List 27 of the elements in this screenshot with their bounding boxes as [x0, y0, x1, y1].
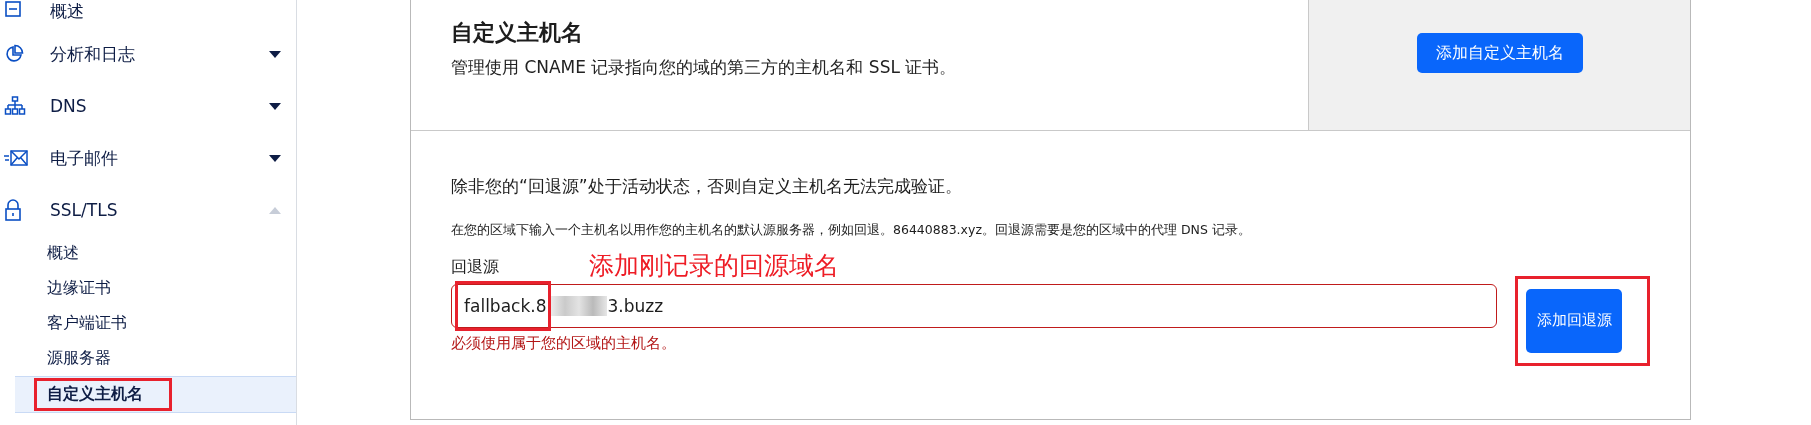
card-title: 自定义主机名 [451, 19, 584, 47]
field-text: 3.buzz [607, 296, 664, 316]
sidebar-subitem[interactable]: 边缘证书 [47, 276, 111, 301]
notice-text: 除非您的“回退源”处于活动状态，否则自定义主机名无法完成验证。 [451, 175, 963, 198]
pie-chart-icon [4, 44, 24, 64]
field-text: fallback.8 [455, 281, 552, 331]
sidebar-item[interactable]: 电子邮件 [0, 132, 296, 184]
add-custom-hostname-button[interactable]: 添加自定义主机名 [1416, 33, 1583, 73]
sidebar-item[interactable]: SSL/TLS [0, 184, 296, 236]
lock-icon [4, 199, 22, 221]
card-description: 管理使用 CNAME 记录指向您的域的第三方的主机名和 SSL 证书。 [451, 56, 958, 79]
input-field[interactable]: fallback.8 3.buzz [451, 284, 1497, 328]
sidebar-item[interactable]: DNS [0, 80, 296, 132]
mail-icon [4, 150, 28, 166]
sidebar-subitem[interactable]: 概述 [47, 241, 79, 266]
add-fallback-button[interactable]: 添加回退源 [1526, 289, 1622, 353]
sidebar-subitem[interactable]: 客户端证书 [47, 311, 127, 336]
field-label: 回退源 [451, 257, 499, 278]
document-icon [4, 0, 22, 18]
help-text: 在您的区域下输入一个主机名以用作您的主机名的默认源服务器，例如回退。86440883.xyz。回退源需要是您的区域中的代理 DNS 记录。 [451, 222, 1252, 239]
sidebar-subitem[interactable]: 源服务器 [47, 346, 111, 371]
sidebar-item[interactable]: 分析和日志 [0, 28, 296, 80]
annotation-text: 添加刚记录的回源域名 [589, 250, 839, 282]
sidebar-item[interactable]: 概述 [0, 0, 296, 28]
sitemap-icon [4, 96, 26, 116]
sidebar-subitem[interactable]: 自定义主机名 [34, 378, 172, 411]
error-text: 必须使用属于您的区域的主机名。 [451, 334, 677, 353]
